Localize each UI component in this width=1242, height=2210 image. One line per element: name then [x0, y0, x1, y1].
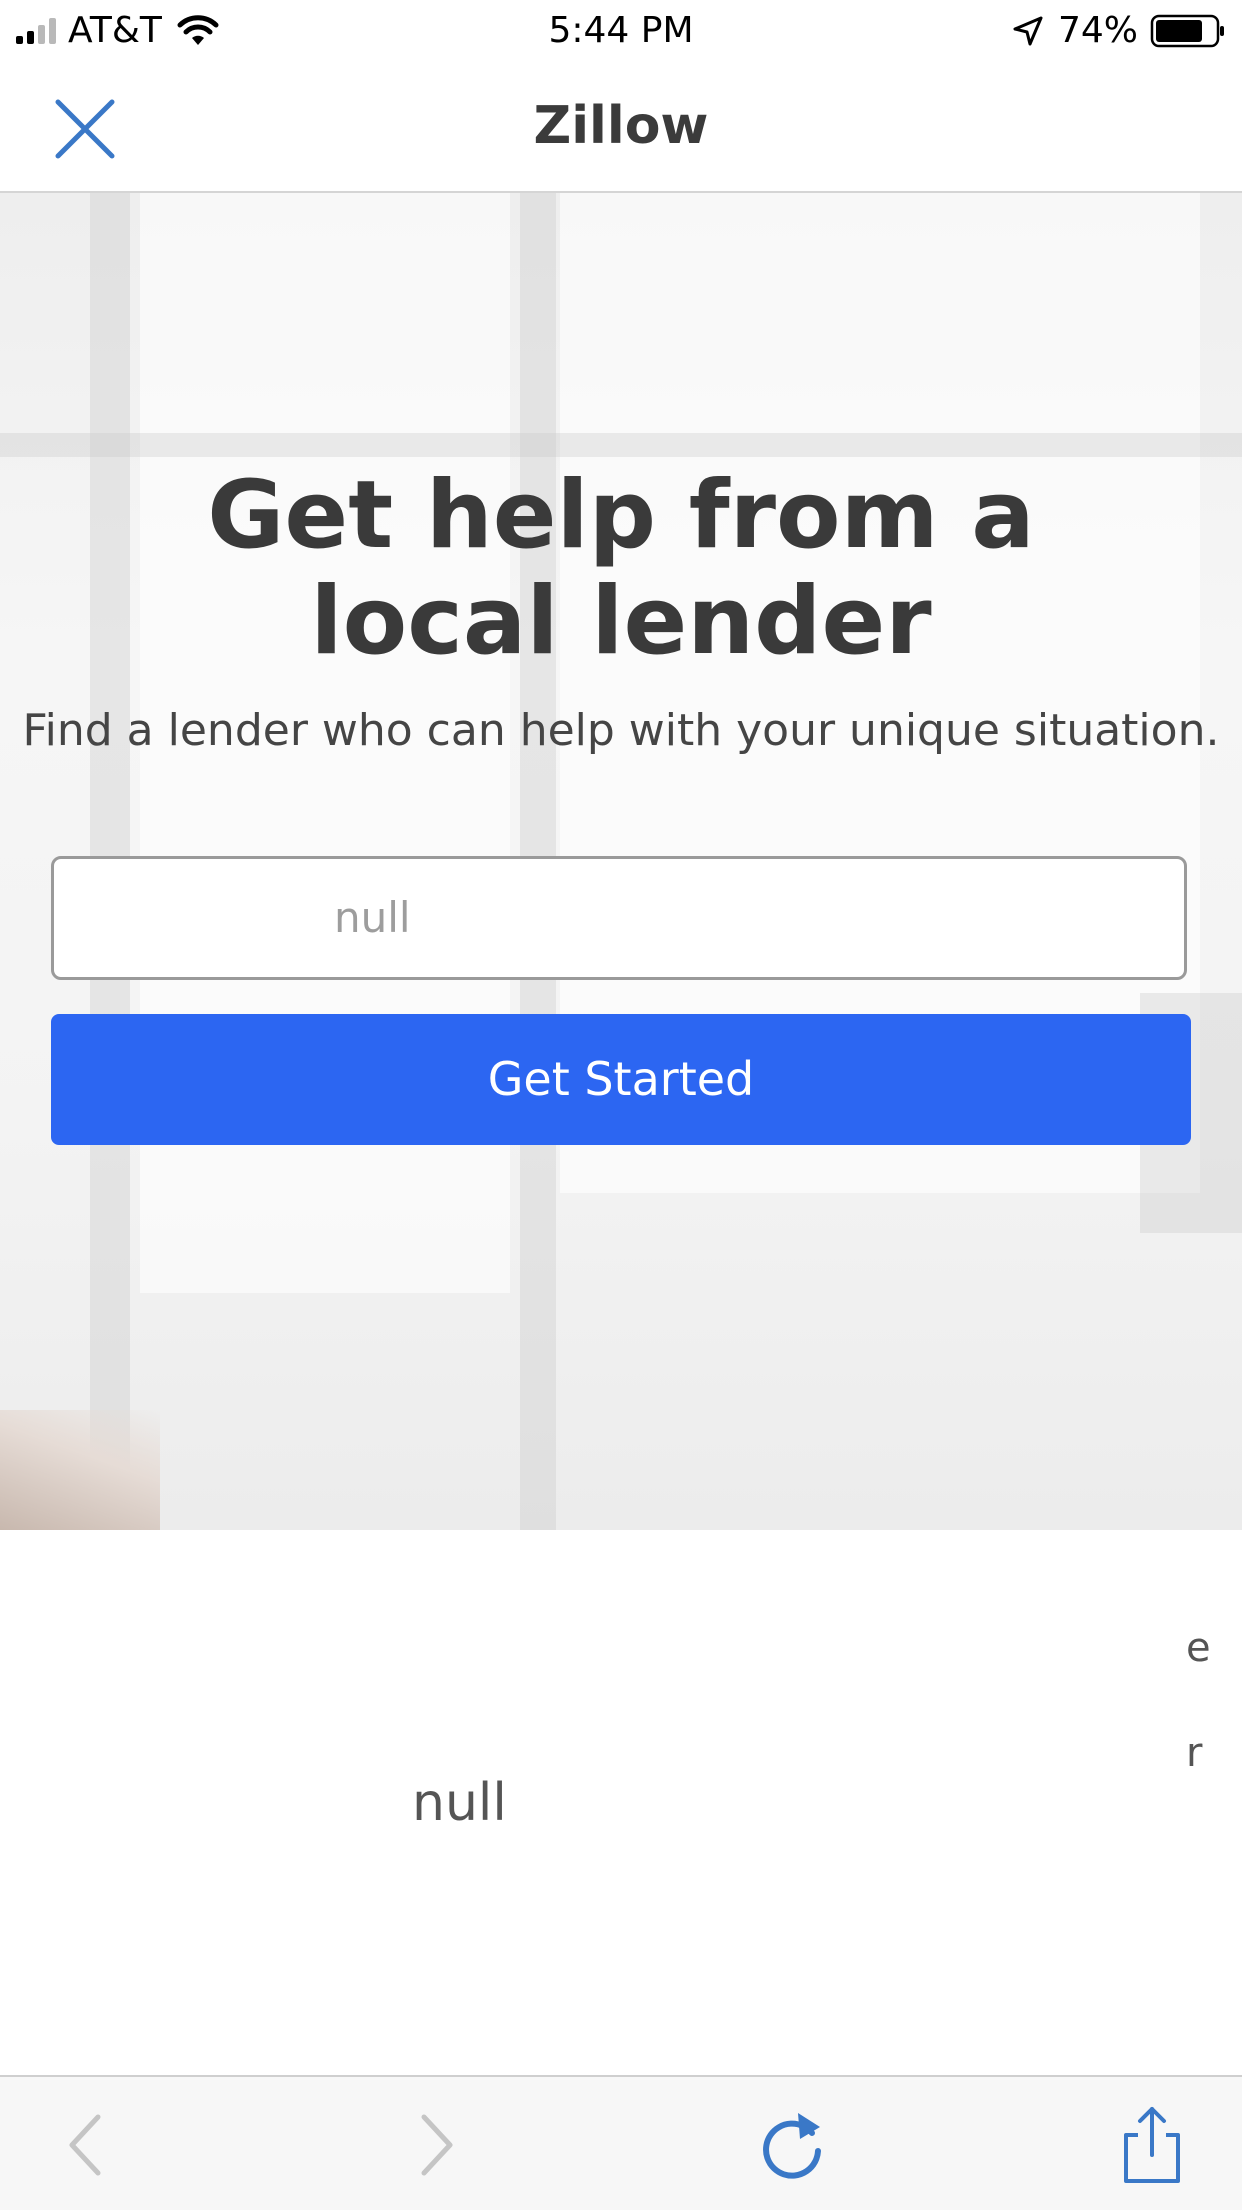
- back-button[interactable]: [48, 2105, 128, 2185]
- get-started-button[interactable]: Get Started: [51, 1014, 1191, 1145]
- nav-bar: Zillow: [0, 62, 1242, 193]
- hero-headline: Get help from a local lender: [0, 463, 1242, 675]
- lower-content: null e r: [0, 1530, 1242, 2075]
- hero-background-floor: [0, 1410, 160, 1530]
- hero-subheadline: Find a lender who can help with your uni…: [22, 705, 1220, 756]
- zip-code-placeholder: null: [334, 893, 411, 942]
- hero-headline-line: Get help from a: [207, 461, 1035, 570]
- clipped-text: r: [1186, 1730, 1203, 1776]
- reload-button[interactable]: [752, 2105, 832, 2185]
- forward-icon: [421, 2114, 453, 2176]
- browser-toolbar: [0, 2075, 1242, 2210]
- battery-percent: 74%: [1057, 10, 1138, 51]
- hero-headline-line: local lender: [310, 567, 932, 676]
- content-placeholder-text: null: [412, 1773, 507, 1833]
- back-icon: [69, 2114, 101, 2176]
- location-arrow-icon: [1013, 16, 1043, 45]
- zip-code-input[interactable]: null: [51, 856, 1187, 980]
- battery-icon: [1150, 14, 1224, 47]
- hero-section: Get help from a local lender Find a lend…: [0, 193, 1242, 1530]
- reload-icon: [763, 2113, 821, 2179]
- forward-button[interactable]: [394, 2105, 474, 2185]
- clipped-text: e: [1186, 1625, 1211, 1671]
- status-bar: AT&T 5:44 PM 74%: [0, 0, 1242, 62]
- hero-background-frame: [0, 433, 1242, 457]
- share-icon: [1124, 2107, 1180, 2183]
- status-right: 74%: [1012, 10, 1226, 51]
- share-button[interactable]: [1112, 2105, 1192, 2185]
- page-title: Zillow: [533, 96, 709, 156]
